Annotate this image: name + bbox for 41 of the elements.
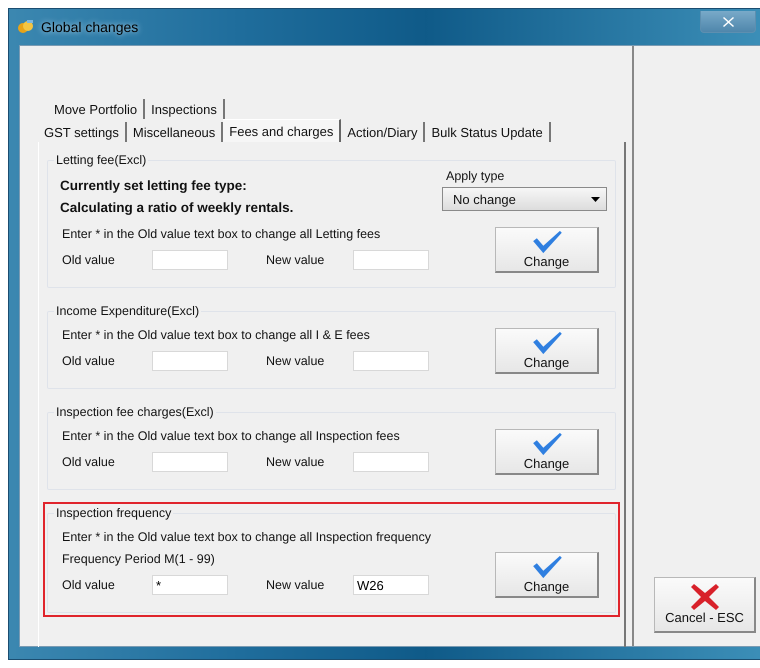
change-button[interactable]: Change [495,429,599,475]
input-field[interactable]: * [152,575,228,595]
close-icon [722,16,734,26]
field-label: Old value [61,578,116,592]
field-label: New value [265,354,326,368]
change-button[interactable]: Change [495,227,599,273]
fee-type-text: Currently set letting fee type: [60,177,248,195]
tab[interactable]: Fees and charges [223,119,342,142]
input-field[interactable] [152,351,228,371]
input-field[interactable] [152,452,228,472]
field-label: Old value [61,455,116,469]
input-field[interactable] [353,452,429,472]
apply-type-dropdown[interactable]: No change [442,187,607,211]
dropdown-arrow-icon [591,196,600,202]
cancel-button[interactable]: Cancel - ESC [654,577,756,633]
field-label: Old value [61,253,116,267]
field-label: New value [265,455,326,469]
input-field[interactable] [353,250,429,270]
change-button[interactable]: Change [495,328,599,374]
instruction-text: Enter * in the Old value text box to change all Letting fees [61,226,382,243]
input-field[interactable] [353,351,429,371]
instruction-text: Enter * in the Old value text box to change all I & E fees [61,327,371,344]
group-title: Letting fee(Excl) [55,153,148,167]
instruction-text: Enter * in the Old value text box to change all Inspection fees [61,428,401,445]
change-button[interactable]: Change [495,552,599,598]
window-title: Global changes [41,19,138,35]
group-title: Income Expenditure(Excl) [55,304,200,318]
instruction-text: Enter * in the Old value text box to change all Inspection frequency [61,529,432,546]
group-title: Inspection frequency [55,506,172,520]
field-label: New value [265,253,326,267]
group-title: Inspection fee charges(Excl) [55,405,215,419]
input-field[interactable] [152,250,228,270]
cancel-icon [690,584,718,610]
fee-type-text: Calculating a ratio of weekly rentals. [60,199,294,217]
field-label: New value [265,578,326,592]
input-field[interactable]: W26 [353,575,429,595]
apply-type-label: Apply type [445,169,506,183]
app-icon [17,19,35,35]
instruction-text: Frequency Period M(1 - 99) [61,551,216,568]
field-label: Old value [61,354,116,368]
close-button[interactable] [700,11,756,33]
